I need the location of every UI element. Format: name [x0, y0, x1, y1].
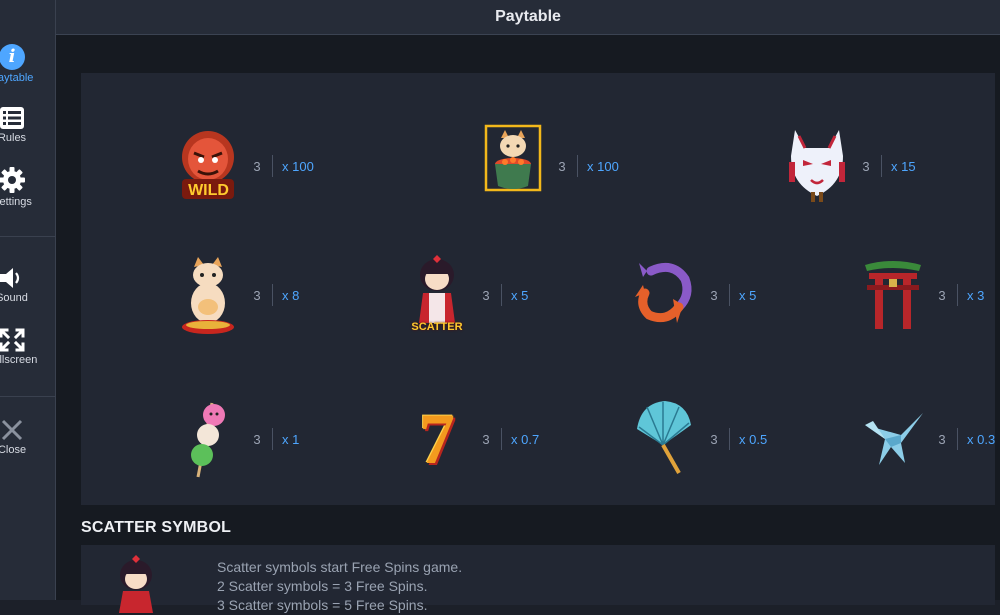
gear-icon — [0, 167, 25, 193]
scatter-info-panel: Scatter symbols start Free Spins game. 2… — [81, 545, 995, 613]
symbol-count: 3 — [710, 287, 718, 303]
symbol-multiplier: x 0.7 — [511, 431, 540, 447]
symbol-count: 3 — [253, 287, 261, 303]
fan-symbol-icon — [629, 399, 701, 479]
kitsune-mask-symbol-icon — [781, 126, 853, 206]
divider — [272, 155, 273, 177]
close-icon — [1, 419, 23, 441]
sidebar: i Paytable Rules Settings — [0, 0, 56, 600]
divider — [577, 155, 578, 177]
scatter-doll-icon — [119, 555, 153, 613]
symbol-count: 3 — [482, 287, 490, 303]
sidebar-item-label: Settings — [0, 196, 32, 208]
paytable-symbol-torii-gate: 3 x 3 — [857, 255, 984, 335]
lucky-cat-symbol-icon — [172, 255, 244, 335]
scatter-line: Scatter symbols start Free Spins game. — [217, 559, 463, 575]
symbol-count: 3 — [482, 431, 490, 447]
torii-gate-symbol-icon — [857, 255, 929, 335]
sidebar-item-rules[interactable]: Rules — [0, 106, 44, 144]
dango-symbol-icon — [172, 399, 244, 479]
paytable-symbol-kitsune-mask: 3 x 15 — [781, 126, 916, 206]
sidebar-item-fullscreen[interactable]: Fullscreen — [0, 328, 44, 366]
symbol-multiplier: x 5 — [511, 287, 529, 303]
divider — [957, 284, 958, 306]
paytable-panel: WILD 3 x 100 3 x 100 3 x 15 3 x 8 SCATTE… — [81, 73, 995, 505]
scatter-badge-text: SCATTER — [411, 321, 463, 333]
wild-badge-text: WILD — [188, 182, 229, 199]
symbol-count: 3 — [253, 158, 261, 174]
symbol-multiplier: x 1 — [282, 431, 300, 447]
section-title-scatter: SCATTER SYMBOL — [81, 519, 232, 536]
sidebar-item-label: Fullscreen — [0, 354, 38, 366]
seven-glyph: 7 — [419, 398, 455, 479]
sidebar-divider — [0, 396, 55, 397]
paytable-symbol-lucky-cat: 3 x 8 — [172, 255, 299, 335]
paper-crane-symbol-icon — [857, 399, 929, 479]
symbol-multiplier: x 100 — [587, 158, 619, 174]
paytable-symbol-scatter-doll: SCATTER 3 x 5 — [401, 255, 528, 335]
divider — [957, 428, 958, 450]
scatter-line: 3 Scatter symbols = 5 Free Spins. — [217, 597, 428, 613]
symbol-multiplier: x 8 — [282, 287, 300, 303]
sidebar-item-sound[interactable]: Sound — [0, 266, 44, 304]
symbol-multiplier: x 0.5 — [739, 431, 768, 447]
symbol-count: 3 — [710, 431, 718, 447]
info-icon: i — [0, 44, 25, 70]
symbol-count: 3 — [558, 158, 566, 174]
symbol-multiplier: x 100 — [282, 158, 314, 174]
symbol-multiplier: x 3 — [967, 287, 985, 303]
paytable-symbol-koi-fish: 3 x 5 — [629, 255, 756, 335]
paytable-symbol-wild: WILD 3 x 100 — [172, 126, 314, 206]
paytable-symbol-fan: 3 x 0.5 — [629, 399, 767, 479]
seven-symbol-icon: 7 — [401, 399, 473, 479]
symbol-count: 3 — [938, 287, 946, 303]
sidebar-divider — [0, 236, 55, 237]
symbol-count: 3 — [253, 431, 261, 447]
fullscreen-icon — [0, 328, 25, 352]
divider — [272, 284, 273, 306]
sidebar-item-settings[interactable]: Settings — [0, 166, 44, 208]
sidebar-item-label: Close — [0, 444, 27, 456]
sidebar-item-label: Sound — [0, 292, 28, 304]
scatter-line: 2 Scatter symbols = 3 Free Spins. — [217, 578, 428, 594]
divider — [501, 428, 502, 450]
sidebar-item-label: Rules — [0, 132, 27, 144]
header: Paytable — [56, 0, 1000, 35]
symbol-count: 3 — [938, 431, 946, 447]
paytable-symbol-paper-crane: 3 x 0.3 — [857, 399, 995, 479]
list-icon — [0, 107, 24, 129]
divider — [272, 428, 273, 450]
sidebar-item-paytable[interactable]: i Paytable — [0, 44, 44, 84]
divider — [881, 155, 882, 177]
symbol-count: 3 — [862, 158, 870, 174]
symbol-multiplier: x 5 — [739, 287, 757, 303]
paytable-symbol-seven: 7 3 x 0.7 — [401, 399, 539, 479]
symbol-multiplier: x 0.3 — [967, 431, 996, 447]
sidebar-item-close[interactable]: Close — [0, 418, 44, 456]
paytable-symbol-dango: 3 x 1 — [172, 399, 299, 479]
paytable-symbol-cat-bowl: 3 x 100 — [477, 124, 619, 206]
divider — [501, 284, 502, 306]
scatter-description: Scatter symbols start Free Spins game. 2… — [217, 558, 462, 615]
sidebar-item-label: Paytable — [0, 72, 34, 84]
cat-bowl-symbol-icon — [477, 124, 549, 206]
divider — [729, 428, 730, 450]
page-title: Paytable — [495, 8, 561, 25]
speaker-icon — [0, 268, 20, 288]
divider — [729, 284, 730, 306]
koi-fish-symbol-icon — [629, 255, 701, 335]
symbol-multiplier: x 15 — [891, 158, 916, 174]
